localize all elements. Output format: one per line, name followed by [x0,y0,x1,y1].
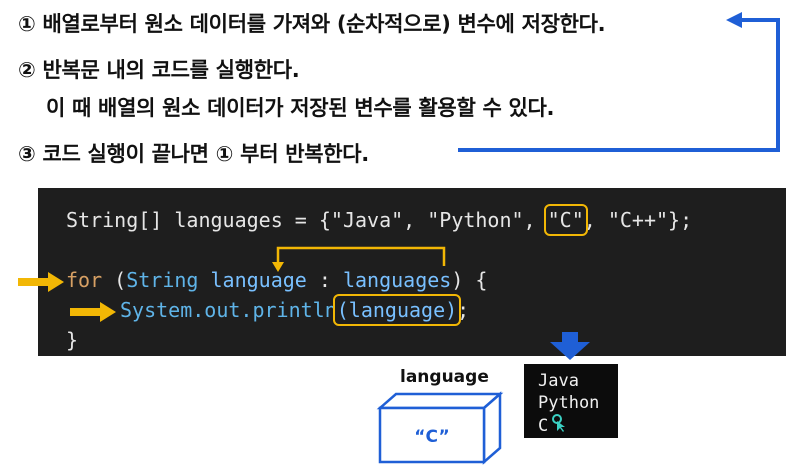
step-arrow-for-icon [18,272,64,292]
step-2-detail-text: 이 때 배열의 원소 데이터가 저장된 변수를 활용할 수 있다. [46,96,555,120]
console-line: C [538,414,618,438]
array-variable: languages [342,268,452,292]
code-line-array-declaration: String[] languages = {"Java", "Python", … [66,204,693,236]
step-3-text: ③ 코드 실행이 끝나면 ① 부터 반복한다. [18,142,369,166]
console-line: Java [538,371,579,391]
output-down-arrow-icon [550,332,590,360]
loop-variable: language [210,268,307,292]
variable-box-value: “C” [414,427,449,447]
step-1-text: ① 배열로부터 원소 데이터를 가져와 (순차적으로) 변수에 저장한다. [18,12,606,36]
cursor-icon [551,414,566,438]
code-line-println: System.out.println(language); [120,294,470,326]
code-block: String[] languages = {"Java", "Python", … [38,188,786,356]
code-line-for-loop: for (String language : languages) { [66,268,488,292]
console-output: Java Python C [524,364,618,438]
highlighted-argument: (language) [332,294,462,326]
console-line: Python [538,393,600,413]
step-arrow-println-icon [70,302,116,322]
step-2-text: ② 반복문 내의 코드를 실행한다. [18,58,300,82]
variable-box-label: language [400,367,489,387]
variable-box-icon: “C” [376,391,504,465]
highlighted-element-c: "C" [543,204,588,236]
code-line-close-brace: } [66,328,79,352]
